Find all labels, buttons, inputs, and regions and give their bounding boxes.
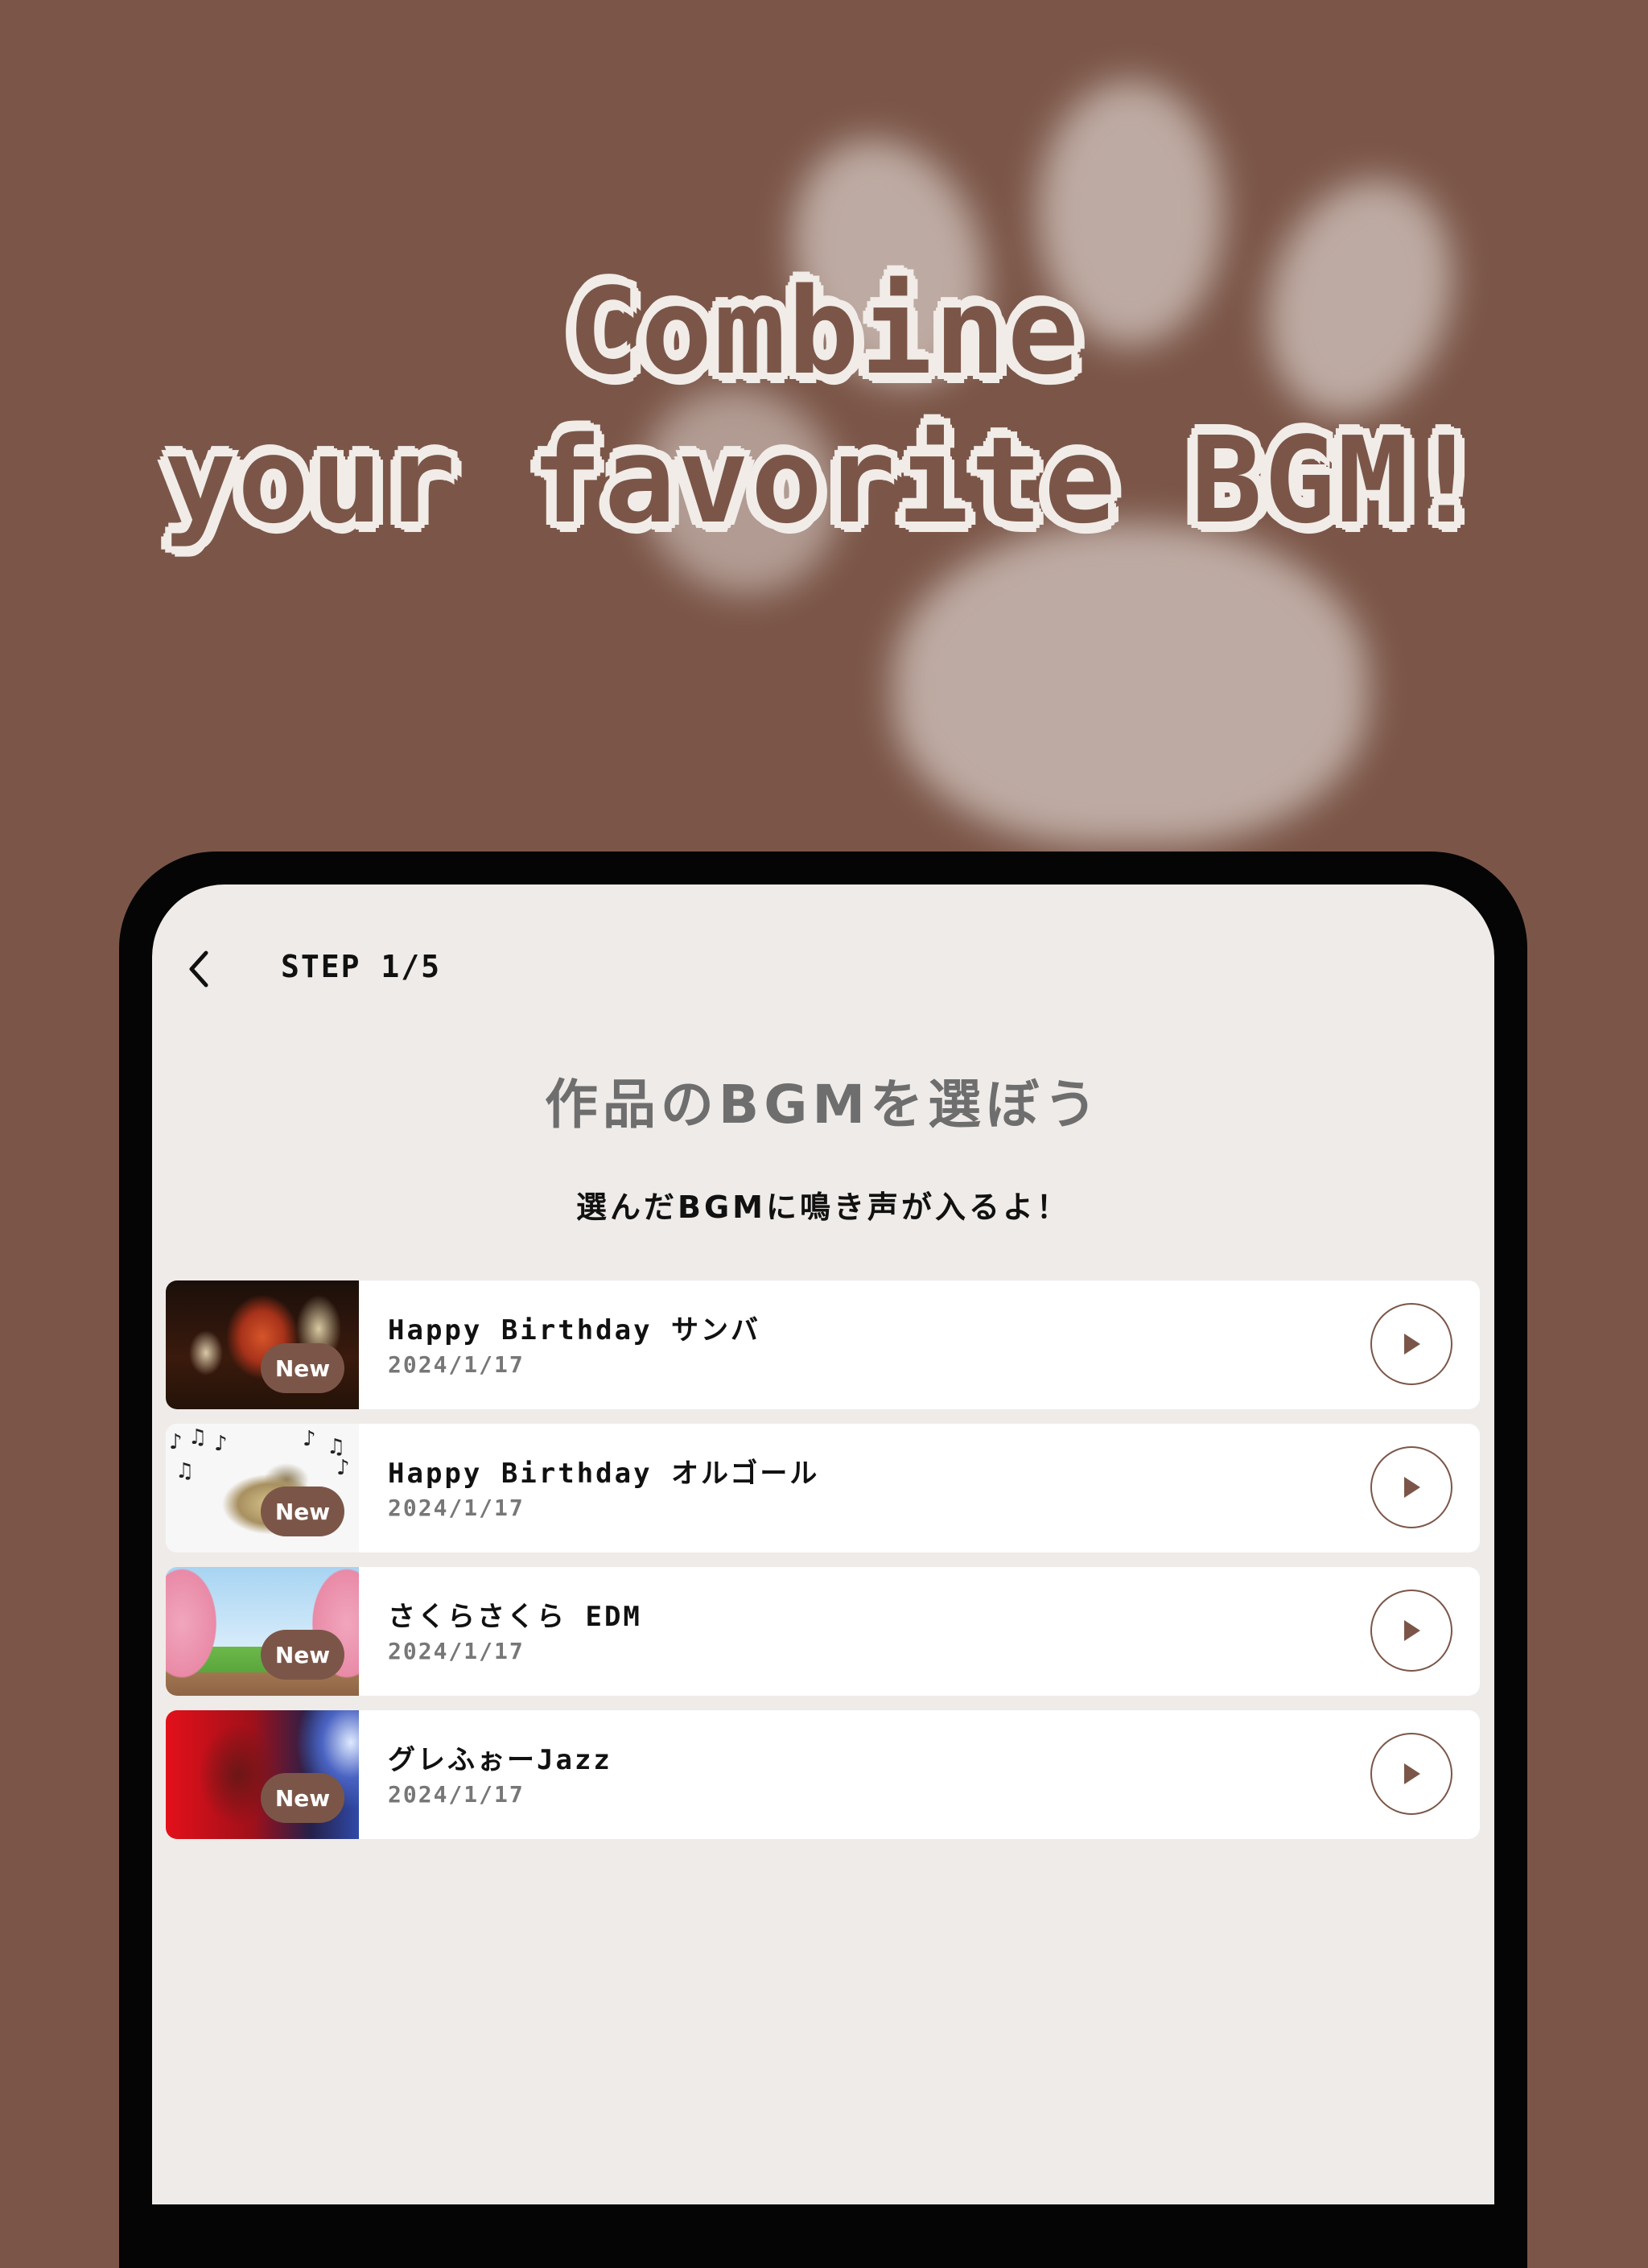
- page-subtitle: 選んだBGMに鳴き声が入るよ！: [576, 1190, 1070, 1225]
- new-badge: New: [261, 1773, 344, 1823]
- track-row[interactable]: New グレふぉーJazz 2024/1/17: [166, 1710, 1480, 1839]
- new-badge: New: [261, 1343, 344, 1393]
- new-badge: New: [261, 1630, 344, 1680]
- play-icon: [1404, 1620, 1420, 1641]
- play-button[interactable]: [1370, 1733, 1452, 1815]
- track-date: 2024/1/17: [388, 1495, 525, 1521]
- play-icon: [1404, 1477, 1420, 1498]
- track-row[interactable]: New さくらさくら EDM 2024/1/17: [166, 1567, 1480, 1696]
- top-bar: STEP 1/5: [152, 885, 1494, 1054]
- chevron-left-icon: [189, 950, 208, 988]
- headline-line-1: Combine: [567, 262, 1081, 401]
- track-thumbnail: New: [166, 1567, 359, 1696]
- step-indicator: STEP 1/5: [281, 949, 442, 984]
- track-thumbnail: New: [166, 1710, 359, 1839]
- play-icon: [1404, 1334, 1420, 1355]
- new-badge: New: [261, 1487, 344, 1536]
- track-date: 2024/1/17: [388, 1638, 525, 1664]
- track-date: 2024/1/17: [388, 1781, 525, 1808]
- bgm-track-list: New Happy Birthday サンバ 2024/1/17 ♪ ♫ ♪ ♫…: [166, 1280, 1480, 1854]
- track-thumbnail: ♪ ♫ ♪ ♫ ♪ ♫ ♪ New: [166, 1424, 359, 1553]
- track-title: さくらさくら EDM: [388, 1601, 642, 1633]
- back-button[interactable]: [175, 945, 223, 993]
- play-button[interactable]: [1370, 1446, 1452, 1528]
- promo-headline: Combine your favorite BGM!: [0, 258, 1648, 555]
- app-screen: STEP 1/5 作品のBGMを選ぼう 選んだBGMに鳴き声が入るよ！ New …: [152, 885, 1494, 2204]
- play-button[interactable]: [1370, 1590, 1452, 1672]
- track-row[interactable]: New Happy Birthday サンバ 2024/1/17: [166, 1280, 1480, 1409]
- headline-line-2: your favorite BGM!: [164, 411, 1484, 550]
- track-title: Happy Birthday サンバ: [388, 1314, 761, 1346]
- track-title: グレふぉーJazz: [388, 1744, 612, 1776]
- play-icon: [1404, 1763, 1420, 1784]
- page-title: 作品のBGMを選ぼう: [544, 1074, 1102, 1136]
- play-button[interactable]: [1370, 1303, 1452, 1385]
- track-date: 2024/1/17: [388, 1351, 525, 1378]
- track-thumbnail: New: [166, 1280, 359, 1409]
- track-title: Happy Birthday オルゴール: [388, 1458, 820, 1490]
- track-row[interactable]: ♪ ♫ ♪ ♫ ♪ ♫ ♪ New Happy Birthday オルゴール 2…: [166, 1424, 1480, 1553]
